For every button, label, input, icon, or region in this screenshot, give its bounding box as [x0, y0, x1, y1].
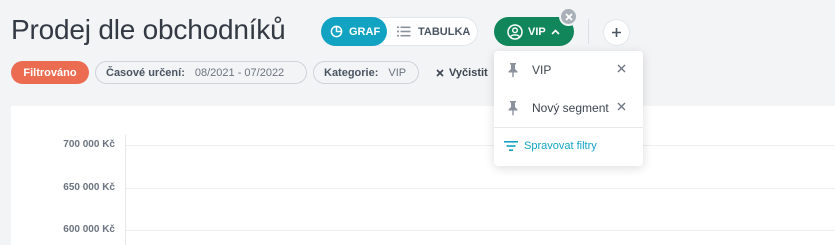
- time-filter-value: 08/2021 - 07/2022: [194, 66, 285, 79]
- view-toggle: GRAF TABULKA: [321, 17, 478, 46]
- pie-chart-icon: [330, 25, 343, 38]
- dropdown-item-novy-segment[interactable]: Nový segment: [494, 93, 643, 123]
- add-segment-button[interactable]: [603, 19, 630, 46]
- clear-filters-button[interactable]: Vyčistit: [436, 61, 488, 84]
- pin-icon: [508, 63, 518, 78]
- chart-panel: [11, 106, 835, 245]
- chevron-up-icon: [551, 28, 560, 35]
- clear-filters-label: Vyčistit: [449, 66, 488, 79]
- filter-icon: [504, 141, 518, 151]
- y-axis-line: [125, 135, 126, 245]
- segment-dropdown: VIP Nový segment Spravovat filtry: [494, 51, 643, 166]
- gridline: [125, 230, 835, 231]
- close-icon[interactable]: [617, 102, 626, 111]
- toolbar-divider: [588, 19, 589, 44]
- close-icon: [564, 12, 573, 21]
- plus-icon: [612, 28, 621, 37]
- page-title: Prodej dle obchodníků: [11, 14, 286, 45]
- manage-filters-link[interactable]: Spravovat filtry: [504, 140, 597, 152]
- dropdown-item-label: VIP: [532, 63, 552, 77]
- remove-segment-button[interactable]: [559, 7, 578, 26]
- pin-icon: [508, 101, 518, 116]
- category-filter-chip[interactable]: Kategorie: VIP: [313, 61, 419, 84]
- table-view-button[interactable]: TABULKA: [397, 17, 477, 46]
- user-circle-icon: [507, 23, 523, 40]
- graph-view-button[interactable]: GRAF: [321, 17, 387, 46]
- y-tick-label: 600 000 Kč: [63, 224, 115, 235]
- category-filter-value: VIP: [388, 66, 407, 79]
- segment-vip-label: VIP: [528, 25, 546, 38]
- gridline: [125, 145, 835, 146]
- dropdown-item-vip[interactable]: VIP: [494, 55, 643, 85]
- table-view-label: TABULKA: [418, 25, 471, 38]
- close-icon[interactable]: [617, 64, 626, 73]
- close-icon: [436, 68, 444, 77]
- dropdown-divider: [494, 127, 643, 128]
- manage-filters-label: Spravovat filtry: [524, 140, 597, 152]
- list-icon: [397, 26, 411, 37]
- graph-view-label: GRAF: [349, 25, 381, 38]
- filtered-badge: Filtrováno: [11, 61, 89, 84]
- category-filter-key: Kategorie:: [324, 66, 379, 79]
- gridline: [125, 188, 835, 189]
- y-tick-label: 650 000 Kč: [63, 182, 115, 193]
- y-tick-label: 700 000 Kč: [63, 139, 115, 150]
- time-filter-chip[interactable]: Časové určení: 08/2021 - 07/2022: [95, 61, 307, 84]
- time-filter-key: Časové určení:: [106, 66, 185, 79]
- dropdown-item-label: Nový segment: [532, 101, 609, 115]
